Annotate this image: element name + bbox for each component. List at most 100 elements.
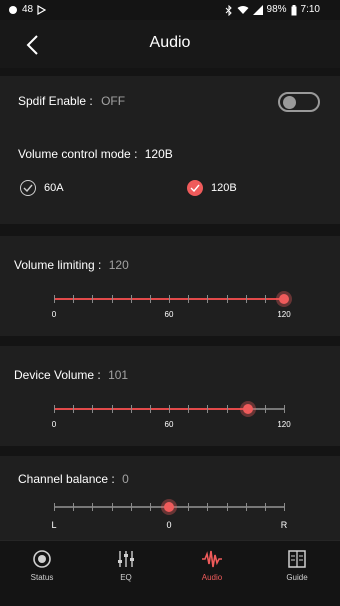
slider-tick xyxy=(111,503,113,511)
spdif-value: OFF xyxy=(101,94,126,108)
volume-limiting-label: Volume limiting : xyxy=(14,258,102,272)
device-volume-card xyxy=(0,346,340,446)
slider-ticks xyxy=(54,295,285,303)
nav-eq[interactable]: EQ xyxy=(96,549,156,582)
device-volume-label: Device Volume : xyxy=(14,368,101,382)
channel-balance-slider[interactable]: L 0 R xyxy=(51,499,287,530)
clock: 7:10 xyxy=(300,4,320,15)
spdif-row: Spdif Enable : OFF xyxy=(18,94,125,108)
slider-tick xyxy=(149,405,151,413)
slider-tick-label: R xyxy=(280,520,288,530)
notification-count: 48 xyxy=(22,4,34,15)
volume-limiting-slider[interactable]: 0 60 120 xyxy=(52,291,292,319)
check-circle-filled-icon xyxy=(187,180,203,196)
slider-tick-label: 120 xyxy=(277,310,291,319)
wifi-icon xyxy=(237,6,249,14)
battery-icon xyxy=(291,4,297,15)
slider-tick xyxy=(92,405,94,413)
spdif-toggle[interactable] xyxy=(278,92,320,112)
eq-icon xyxy=(118,551,134,567)
slider-tick xyxy=(226,405,228,413)
status-icon xyxy=(33,550,51,568)
slider-tick xyxy=(264,295,266,303)
slider-tick xyxy=(149,503,151,511)
slider-tick-label: 0 xyxy=(51,420,57,429)
slider-tick xyxy=(284,503,285,511)
slider-tick xyxy=(130,405,132,413)
nav-label: Guide xyxy=(286,573,308,582)
slider-tick xyxy=(130,295,132,303)
device-volume-slider[interactable]: 0 60 120 xyxy=(52,401,291,429)
notification-icon xyxy=(9,6,17,14)
status-right: 98% 7:10 xyxy=(225,4,320,16)
nav-status[interactable]: Status xyxy=(12,549,72,582)
slider-tick xyxy=(169,405,170,413)
slider-tick xyxy=(169,295,170,303)
slider-tick xyxy=(245,503,247,511)
slider-tick-label: 0 xyxy=(166,520,172,530)
slider-thumb[interactable] xyxy=(239,401,256,417)
mode-option-120b[interactable]: 120B xyxy=(187,180,237,196)
volume-limiting-value: 120 xyxy=(108,258,129,272)
slider-tick xyxy=(73,295,75,303)
nav-label: EQ xyxy=(120,573,132,582)
spdif-label: Spdif Enable : xyxy=(18,94,93,108)
slider-tick xyxy=(130,503,132,511)
slider-tick xyxy=(226,503,228,511)
status-left: 48 xyxy=(8,4,47,16)
volume-limiting-row: Volume limiting : 120 xyxy=(14,258,129,272)
slider-tick xyxy=(226,295,228,303)
bluetooth-icon xyxy=(225,4,232,16)
nav-label: Status xyxy=(30,573,54,582)
channel-balance-value: 0 xyxy=(122,472,129,486)
slider-tick xyxy=(149,295,151,303)
play-store-icon xyxy=(37,5,47,15)
audio-wave-icon xyxy=(202,550,222,568)
mode-option-label: 120B xyxy=(211,182,237,194)
slider-tick xyxy=(207,405,209,413)
slider-tick xyxy=(245,295,247,303)
slider-thumb[interactable] xyxy=(276,291,292,307)
page-title: Audio xyxy=(149,34,191,51)
slider-tick-label: 60 xyxy=(164,420,174,429)
nav-label: Audio xyxy=(201,573,223,582)
channel-balance-row: Channel balance : 0 xyxy=(18,472,129,486)
app-header: Audio xyxy=(0,20,340,68)
volume-limiting-card xyxy=(0,236,340,336)
check-circle-icon xyxy=(20,180,36,196)
battery-percent: 98% xyxy=(266,4,287,15)
slider-tick xyxy=(92,295,94,303)
slider-tick xyxy=(92,503,94,511)
slider-tick xyxy=(54,503,55,511)
slider-tick-label: 120 xyxy=(277,420,291,429)
slider-tick xyxy=(73,503,75,511)
slider-tick xyxy=(188,405,190,413)
slider-thumb[interactable] xyxy=(161,499,177,515)
nav-guide[interactable]: Guide xyxy=(267,549,327,582)
channel-balance-label: Channel balance : xyxy=(18,472,115,486)
slider-tick xyxy=(188,503,190,511)
volume-mode-row: Volume control mode : 120B xyxy=(18,147,173,161)
status-bar: 48 98% 7:10 xyxy=(0,0,340,20)
bottom-nav: Status EQ Audio Guide xyxy=(0,540,340,606)
slider-tick xyxy=(54,295,55,303)
slider-tick xyxy=(188,295,190,303)
nav-audio[interactable]: Audio xyxy=(182,549,242,582)
slider-tick xyxy=(207,295,209,303)
slider-tick-label: 60 xyxy=(164,310,174,319)
device-volume-row: Device Volume : 101 xyxy=(14,368,128,382)
volume-mode-value: 120B xyxy=(144,147,173,161)
mode-option-60a[interactable]: 60A xyxy=(20,180,64,196)
device-volume-value: 101 xyxy=(108,368,129,382)
volume-mode-label: Volume control mode : xyxy=(18,147,138,161)
mode-option-label: 60A xyxy=(44,182,64,194)
slider-tick xyxy=(111,295,113,303)
slider-tick xyxy=(207,503,209,511)
toggle-knob xyxy=(283,96,296,109)
slider-tick xyxy=(264,503,266,511)
slider-tick xyxy=(284,405,285,413)
slider-tick xyxy=(111,405,113,413)
guide-book-icon xyxy=(288,550,306,568)
slider-tick xyxy=(73,405,75,413)
slider-tick-label: L xyxy=(51,520,57,530)
